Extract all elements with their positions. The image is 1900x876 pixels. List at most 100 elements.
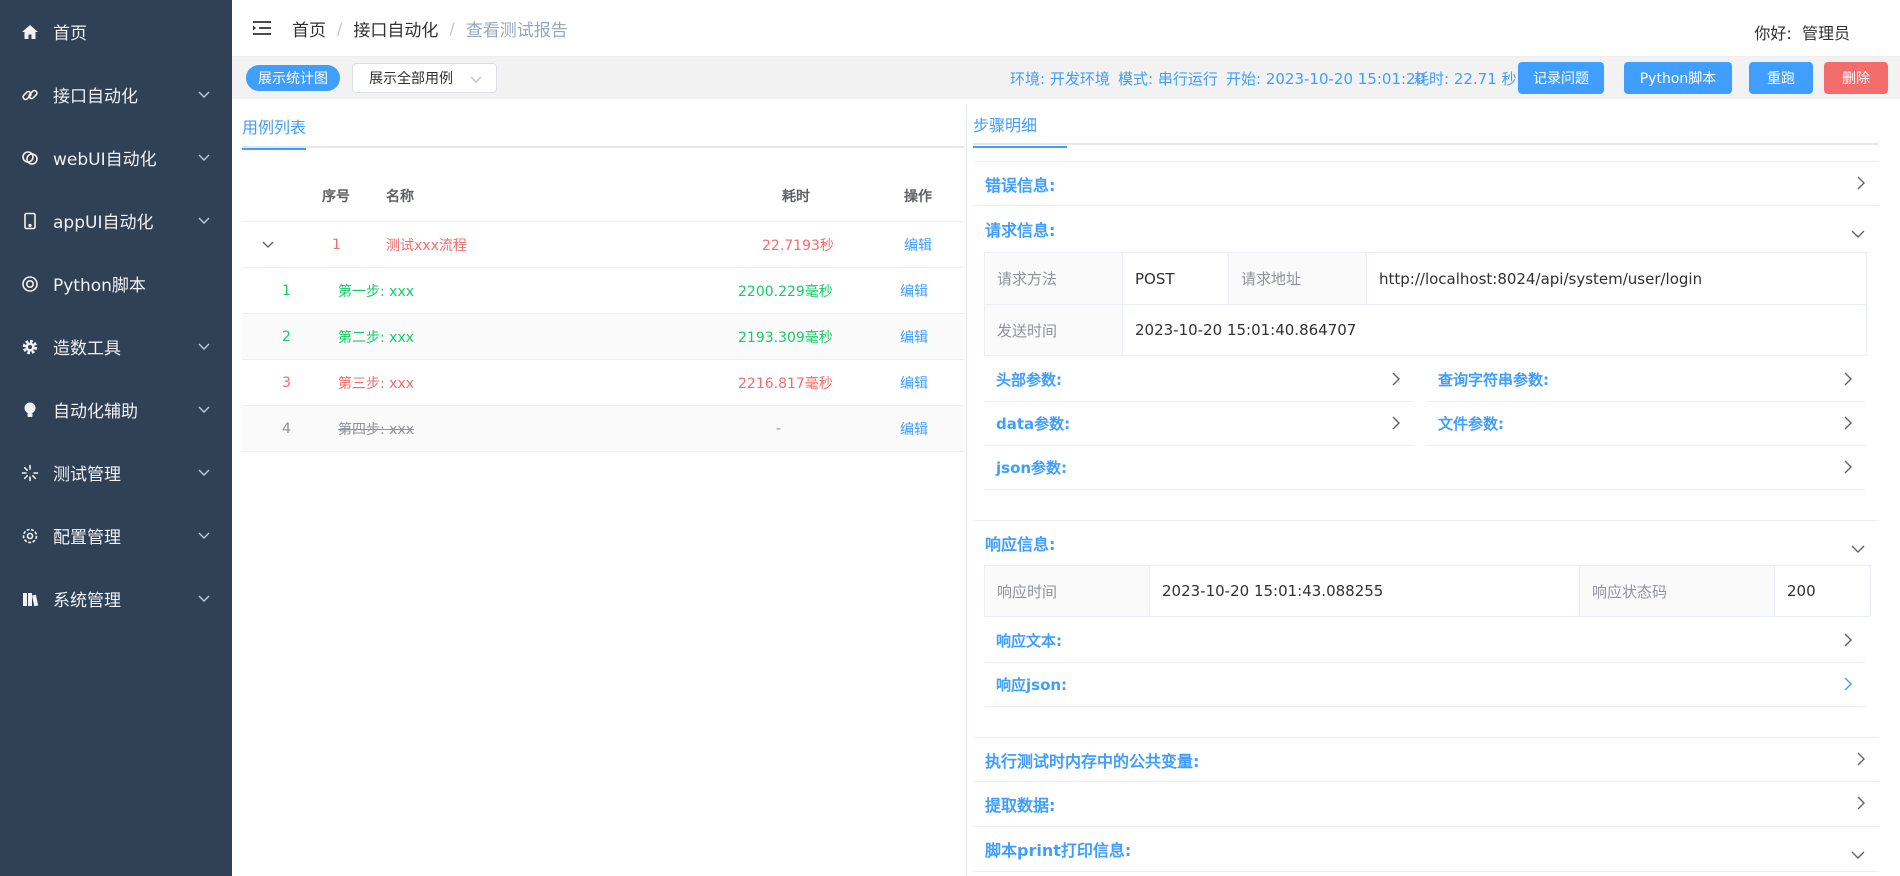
step-time: - bbox=[776, 420, 782, 437]
send-time-value: 2023-10-20 15:01:40.864707 bbox=[1135, 321, 1357, 339]
sidebar-item-test-management[interactable]: 测试管理 bbox=[0, 441, 232, 504]
json-params-row[interactable]: json参数: bbox=[984, 446, 1866, 490]
extract-section-header[interactable]: 提取数据: bbox=[973, 782, 1879, 827]
sidebar-item-label: 造数工具 bbox=[53, 339, 121, 359]
sidebar-item-automation-helper[interactable]: 自动化辅助 bbox=[0, 378, 232, 441]
tab-case-list[interactable]: 用例列表 bbox=[242, 114, 307, 150]
sidebar-item-python-script[interactable]: Python脚本 bbox=[0, 252, 232, 315]
tab-divider bbox=[973, 143, 1879, 145]
step-row[interactable]: 4 第四步: xxx - 编辑 bbox=[242, 406, 964, 452]
rerun-button[interactable]: 重跑 bbox=[1749, 62, 1813, 94]
request-row-2: 发送时间 2023-10-20 15:01:40.864707 bbox=[984, 304, 1867, 356]
response-status-label: 响应状态码 bbox=[1580, 566, 1775, 616]
tab-divider bbox=[242, 146, 964, 148]
chevron-down-icon bbox=[198, 469, 210, 477]
user-greeting[interactable]: 你好: 管理员 bbox=[1754, 20, 1850, 44]
sidebar-item-appui-automation[interactable]: appUI自动化 bbox=[0, 189, 232, 252]
chevron-right-icon bbox=[1844, 372, 1852, 390]
chevron-right-icon bbox=[1844, 460, 1852, 478]
step-row[interactable]: 2 第二步: xxx 2193.309毫秒 编辑 bbox=[242, 314, 964, 360]
response-text-row[interactable]: 响应文本: bbox=[984, 619, 1866, 663]
case-table: 序号 名称 耗时 操作 1 测试xxx流程 22.7193秒 编辑 1 第一步:… bbox=[242, 170, 964, 452]
breadcrumb-api-automation[interactable]: 接口自动化 bbox=[353, 16, 438, 41]
sidebar-item-system-management[interactable]: 系统管理 bbox=[0, 567, 232, 630]
request-method-label: 请求方法 bbox=[985, 253, 1123, 304]
step-time: 2193.309毫秒 bbox=[738, 329, 833, 346]
response-time-label: 响应时间 bbox=[985, 566, 1150, 616]
breadcrumb-home[interactable]: 首页 bbox=[292, 16, 326, 41]
case-filter-select[interactable]: 展示全部用例 bbox=[352, 63, 497, 93]
show-stats-toggle[interactable]: 展示统计图 bbox=[246, 65, 340, 91]
headers-params-row[interactable]: 头部参数: bbox=[984, 358, 1414, 402]
sidebar-item-label: 测试管理 bbox=[53, 465, 121, 485]
error-section-header[interactable]: 错误信息: bbox=[973, 161, 1879, 206]
print-section-title: 脚本print打印信息: bbox=[985, 841, 1132, 860]
step-index: 1 bbox=[282, 282, 291, 299]
step-time: 2200.229毫秒 bbox=[738, 283, 833, 300]
response-status-value: 200 bbox=[1787, 582, 1816, 600]
step-edit-link[interactable]: 编辑 bbox=[900, 360, 928, 405]
request-method-value: POST bbox=[1123, 253, 1229, 304]
mobile-icon bbox=[19, 210, 40, 231]
step-edit-link[interactable]: 编辑 bbox=[900, 268, 928, 313]
breadcrumb: 首页 / 接口自动化 / 查看测试报告 bbox=[292, 16, 568, 41]
query-params-title: 查询字符串参数: bbox=[1438, 371, 1549, 389]
sidebar-item-label: 自动化辅助 bbox=[53, 402, 138, 422]
request-url-label: 请求地址 bbox=[1229, 253, 1367, 304]
library-icon bbox=[19, 588, 40, 609]
step-edit-link[interactable]: 编辑 bbox=[900, 406, 928, 451]
chevron-right-icon bbox=[1857, 796, 1865, 814]
sidebar-item-api-automation[interactable]: 接口自动化 bbox=[0, 63, 232, 126]
sidebar-item-label: 接口自动化 bbox=[53, 87, 138, 107]
expand-chevron-icon[interactable] bbox=[262, 222, 274, 267]
step-row[interactable]: 1 第一步: xxx 2200.229毫秒 编辑 bbox=[242, 268, 964, 314]
sidebar-item-label: 系统管理 bbox=[53, 591, 121, 611]
sidebar-item-webui-automation[interactable]: webUI自动化 bbox=[0, 126, 232, 189]
step-time: 2216.817毫秒 bbox=[738, 375, 833, 392]
link-icon bbox=[19, 84, 40, 105]
sidebar-item-data-tools[interactable]: 造数工具 bbox=[0, 315, 232, 378]
hamburger-icon[interactable] bbox=[252, 20, 272, 36]
public-vars-section-header[interactable]: 执行测试时内存中的公共变量: bbox=[973, 737, 1879, 782]
breadcrumb-separator: / bbox=[449, 18, 455, 38]
delete-button[interactable]: 删除 bbox=[1824, 62, 1888, 94]
chevron-right-icon bbox=[1392, 372, 1400, 390]
sidebar: 首页 接口自动化 webUI自动化 appUI自动化 Python脚本 造数工具… bbox=[0, 0, 232, 876]
chevron-down-icon bbox=[198, 154, 210, 162]
response-section-header[interactable]: 响应信息: bbox=[973, 520, 1879, 565]
sidebar-item-label: appUI自动化 bbox=[53, 213, 154, 233]
chevron-right-icon bbox=[1857, 752, 1865, 770]
chevron-down-icon bbox=[1851, 539, 1865, 557]
chevron-right-icon bbox=[1844, 677, 1852, 695]
case-time: 22.7193秒 bbox=[762, 237, 834, 254]
gear-icon bbox=[19, 336, 40, 357]
step-row[interactable]: 3 第三步: xxx 2216.817毫秒 编辑 bbox=[242, 360, 964, 406]
json-params-title: json参数: bbox=[996, 459, 1068, 477]
data-params-row[interactable]: data参数: bbox=[984, 402, 1414, 446]
case-edit-link[interactable]: 编辑 bbox=[904, 222, 932, 267]
chevron-right-icon bbox=[1844, 633, 1852, 651]
python-script-button[interactable]: Python脚本 bbox=[1624, 62, 1732, 94]
request-section-header[interactable]: 请求信息: bbox=[973, 206, 1879, 251]
step-name: 第二步: xxx bbox=[338, 329, 415, 346]
case-row[interactable]: 1 测试xxx流程 22.7193秒 编辑 bbox=[242, 222, 964, 268]
request-url-value: http://localhost:8024/api/system/user/lo… bbox=[1379, 269, 1703, 288]
response-json-row[interactable]: 响应json: bbox=[984, 663, 1866, 707]
file-params-row[interactable]: 文件参数: bbox=[1426, 402, 1866, 446]
case-filter-value: 展示全部用例 bbox=[369, 71, 453, 87]
extract-section-title: 提取数据: bbox=[985, 796, 1056, 815]
chat-rings-icon bbox=[19, 147, 40, 168]
column-action: 操作 bbox=[904, 188, 932, 205]
query-params-row[interactable]: 查询字符串参数: bbox=[1426, 358, 1866, 402]
sidebar-item-home[interactable]: 首页 bbox=[0, 0, 232, 63]
breadcrumb-current: 查看测试报告 bbox=[465, 20, 568, 41]
case-index: 1 bbox=[332, 236, 341, 253]
record-issue-button[interactable]: 记录问题 bbox=[1518, 62, 1604, 94]
report-toolbar: 展示统计图 展示全部用例 环境: 开发环境 模式: 串行运行 开始: 2023-… bbox=[232, 57, 1900, 99]
print-section-header[interactable]: 脚本print打印信息: bbox=[973, 827, 1879, 872]
sidebar-item-config-management[interactable]: 配置管理 bbox=[0, 504, 232, 567]
error-section-title: 错误信息: bbox=[985, 175, 1056, 195]
step-edit-link[interactable]: 编辑 bbox=[900, 314, 928, 359]
response-section-title: 响应信息: bbox=[985, 535, 1056, 554]
mode-info: 模式: 串行运行 bbox=[1118, 70, 1218, 88]
